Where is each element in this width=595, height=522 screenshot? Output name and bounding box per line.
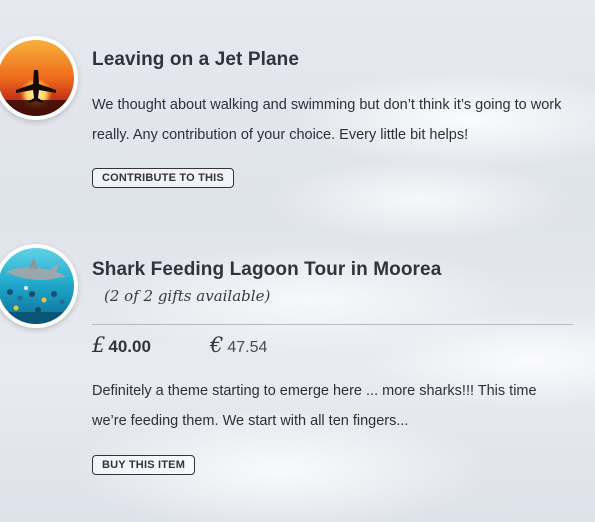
price-gbp: £40.00 [92, 333, 151, 357]
shark-underwater-image [0, 244, 78, 328]
contribute-button[interactable]: CONTRIBUTE TO THIS [92, 168, 234, 188]
euro-symbol: € [210, 333, 224, 357]
availability-text: (2 of 2 gifts available) [104, 287, 271, 305]
sunset-airplane-image [0, 36, 78, 120]
gift-title: Leaving on a Jet Plane [92, 49, 300, 70]
sunset-airplane-icon [0, 40, 74, 116]
price-gbp-value: 40.00 [108, 337, 151, 356]
price-divider [92, 324, 573, 325]
price-eur: €47.54 [210, 333, 267, 357]
gift-description: We thought about walking and swimming bu… [92, 97, 562, 143]
price-row: £40.00 €47.54 [92, 333, 392, 363]
price-eur-value: 47.54 [227, 339, 268, 356]
gift-title: Shark Feeding Lagoon Tour in Moorea [92, 259, 442, 280]
shark-underwater-icon [0, 248, 74, 324]
gift-description: Definitely a theme starting to emerge he… [92, 383, 537, 429]
buy-button[interactable]: BUY THIS ITEM [92, 455, 196, 475]
pound-symbol: £ [92, 333, 106, 357]
